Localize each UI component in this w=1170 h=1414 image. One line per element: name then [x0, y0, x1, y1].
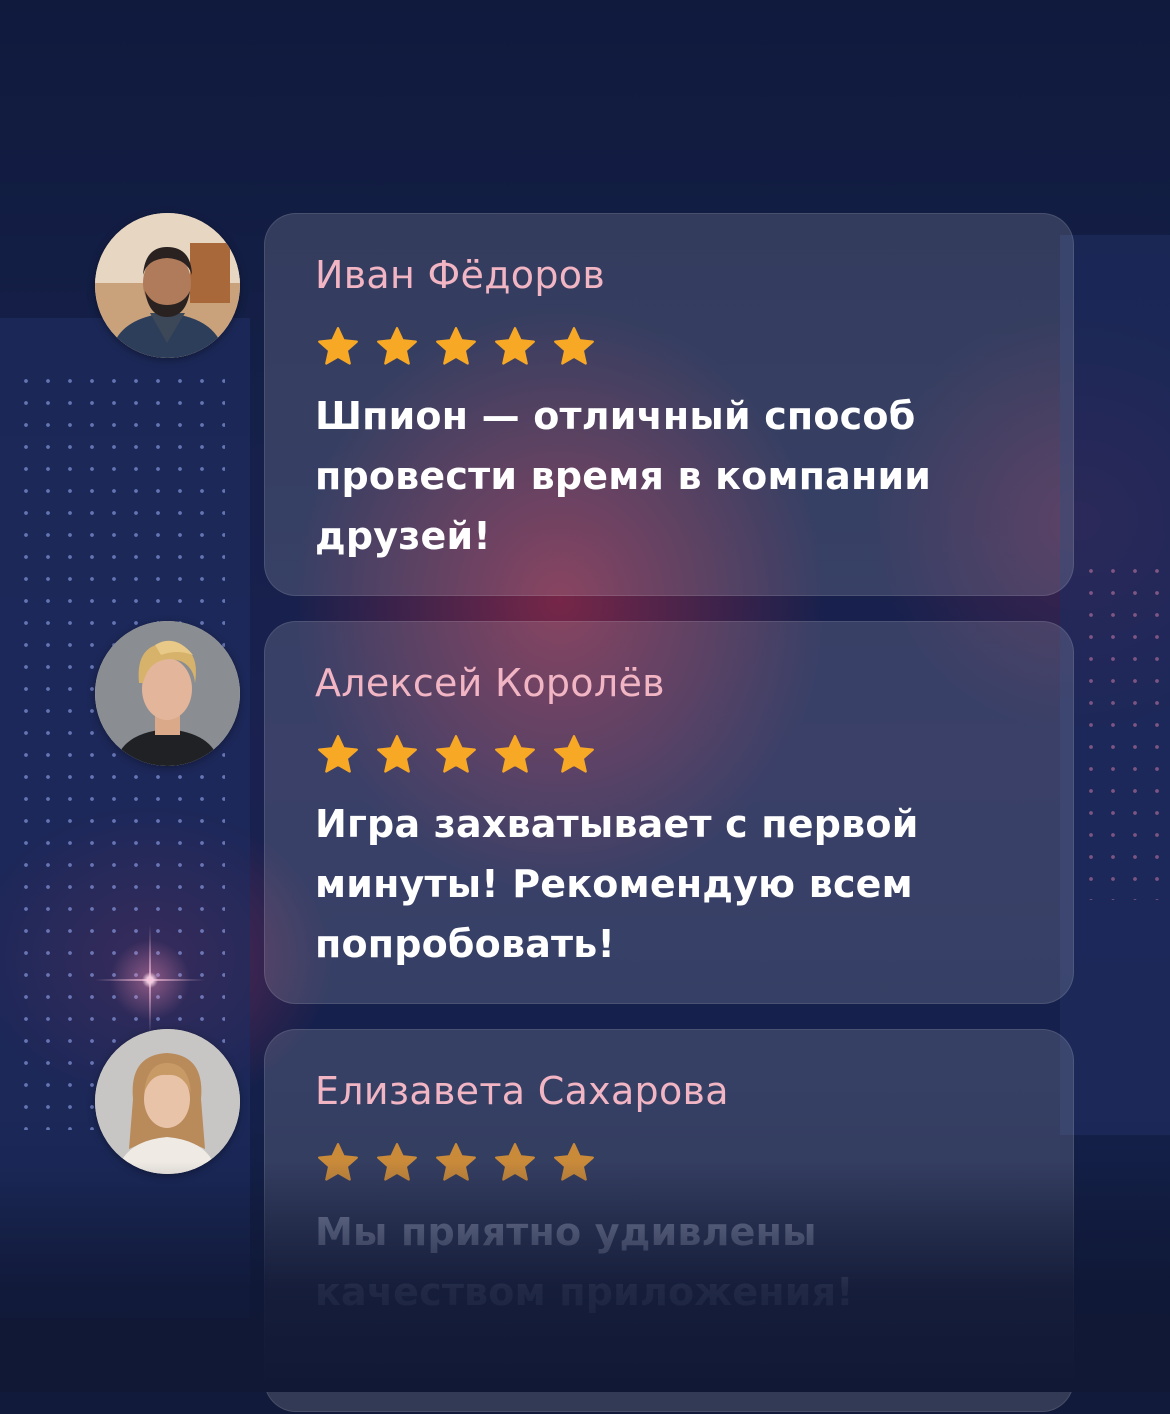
review-card: Алексей Королёв Игра захватывает с перво…: [264, 621, 1074, 1004]
star-icon: [377, 327, 417, 365]
avatar-photo-female: [95, 1029, 240, 1174]
reviewer-name: Алексей Королёв: [315, 661, 665, 705]
review-card: Иван Фёдоров Шпион — отличный способ про…: [264, 213, 1074, 596]
bg-lights-right: [1080, 560, 1170, 900]
avatar: [95, 621, 240, 766]
review-text-line: качеством приложения!: [315, 1270, 854, 1314]
star-icon: [318, 327, 358, 365]
star-icon: [318, 735, 358, 773]
review-card-2: Алексей Королёв Игра захватывает с перво…: [95, 621, 1075, 1006]
star-icon: [377, 735, 417, 773]
rating-stars: [315, 732, 1023, 778]
star-icon: [436, 327, 476, 365]
star-icon: [495, 735, 535, 773]
review-card: Елизавета Сахарова Мы приятно удивлены к…: [264, 1029, 1074, 1412]
review-text-line: друзей!: [315, 514, 491, 558]
avatar-photo-male-blond: [95, 621, 240, 766]
star-icon: [377, 1143, 417, 1181]
star-icon: [495, 1143, 535, 1181]
star-icon: [436, 1143, 476, 1181]
review-card-3: Елизавета Сахарова Мы приятно удивлены к…: [95, 1029, 1075, 1414]
avatar: [95, 1029, 240, 1174]
reviewer-name: Елизавета Сахарова: [315, 1069, 729, 1113]
star-icon: [495, 327, 535, 365]
review-text-line: минуты! Рекомендую всем: [315, 862, 913, 906]
star-icon: [554, 327, 594, 365]
star-icon: [554, 735, 594, 773]
review-text-line: попробовать!: [315, 922, 616, 966]
review-text: Шпион — отличный способ провести время в…: [315, 386, 1035, 566]
star-icon: [318, 1143, 358, 1181]
review-text: Мы приятно удивлены качеством приложения…: [315, 1202, 1035, 1322]
rating-stars: [315, 1140, 1023, 1186]
avatar-photo-male-bearded: [95, 213, 240, 358]
rating-stars: [315, 324, 1023, 370]
review-text-line: Игра захватывает с первой: [315, 802, 919, 846]
review-card-1: Иван Фёдоров Шпион — отличный способ про…: [95, 213, 1075, 598]
star-icon: [436, 735, 476, 773]
review-text-line: Шпион — отличный способ: [315, 394, 916, 438]
reviewer-name: Иван Фёдоров: [315, 253, 606, 297]
star-icon: [554, 1143, 594, 1181]
avatar: [95, 213, 240, 358]
review-text-line: провести время в компании: [315, 454, 932, 498]
review-text: Игра захватывает с первой минуты! Рекоме…: [315, 794, 1035, 974]
review-text-line: Мы приятно удивлены: [315, 1210, 817, 1254]
